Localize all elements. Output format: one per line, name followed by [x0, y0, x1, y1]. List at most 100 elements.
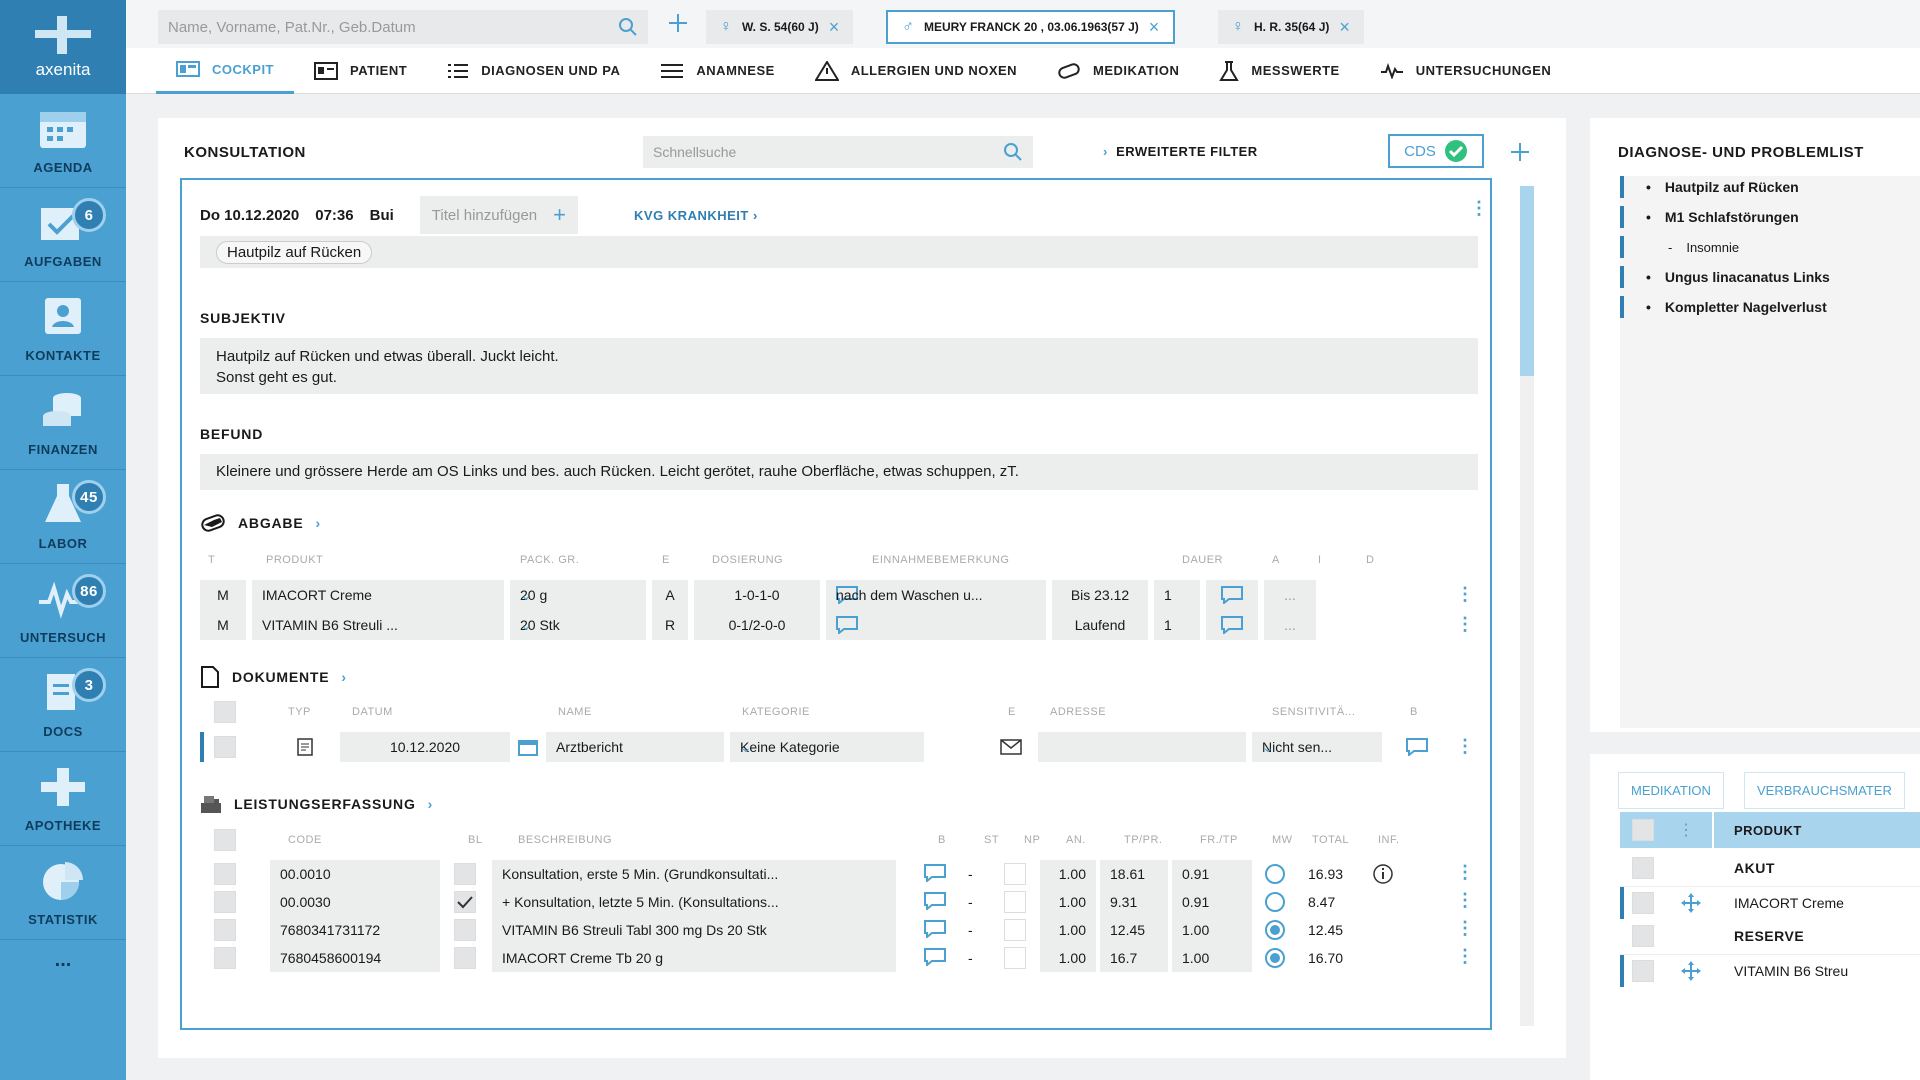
leistungen-section-title[interactable]: LEISTUNGSERFASSUNG › — [200, 794, 433, 814]
sidebar-item-untersuch[interactable]: UNTERSUCH 86 — [0, 564, 126, 658]
row-product[interactable]: IMACORT Creme — [252, 580, 504, 610]
patient-tab-1[interactable]: ♀ W. S. 54(60 J) × — [706, 10, 854, 44]
tab-diagnosen-und-pa[interactable]: DIAGNOSEN UND PA — [427, 48, 640, 94]
row-an[interactable]: 1.00 — [1040, 888, 1096, 916]
radio-empty-icon[interactable] — [1264, 863, 1286, 885]
scrollbar[interactable] — [1520, 186, 1534, 1026]
leistung-row[interactable]: 7680458600194 IMACORT Creme Tb 20 g - 1.00 1… — [200, 944, 1478, 972]
select-all-checkbox[interactable] — [214, 701, 236, 723]
leistung-row[interactable]: 00.0030 + Konsultation, letzte 5 Min. (Ko… — [200, 888, 1478, 916]
scrollbar-thumb[interactable] — [1520, 186, 1534, 376]
row-tp[interactable]: 12.45 — [1100, 916, 1168, 944]
row-tp[interactable]: 18.61 — [1100, 860, 1168, 888]
tab-untersuchungen[interactable]: UNTERSUCHUNGEN — [1360, 48, 1572, 94]
medication-item[interactable]: IMACORT Creme — [1620, 886, 1920, 919]
problem-sub-item[interactable]: - Insomnie — [1620, 236, 1739, 258]
row-menu-icon[interactable]: ⋮ — [1456, 584, 1474, 605]
row-pack-select[interactable]: 20 g ⌄ — [510, 580, 646, 610]
patient-tab-3[interactable]: ♀ H. R. 35(64 J) × — [1218, 10, 1364, 44]
np-checkbox[interactable] — [1004, 947, 1026, 969]
row-checkbox[interactable] — [214, 947, 236, 969]
document-name-field[interactable]: Arztbericht — [546, 732, 724, 762]
row-dosierung[interactable]: 1-0-1-0 — [694, 580, 820, 610]
row-menu-icon[interactable]: ⋮ — [1456, 736, 1474, 757]
radio-filled-icon[interactable] — [1264, 947, 1286, 969]
row-menu-icon[interactable]: ⋮ — [1456, 614, 1474, 635]
tab-medikation[interactable]: MEDIKATION — [1037, 48, 1199, 94]
row-i[interactable] — [1206, 610, 1258, 640]
subjektiv-text[interactable]: Hautpilz auf Rücken und etwas überall. J… — [200, 338, 1478, 394]
row-i[interactable] — [1206, 580, 1258, 610]
row-pack-select[interactable]: 20 Stk ⌄ — [510, 610, 646, 640]
sidebar-item-apotheke[interactable]: APOTHEKE — [0, 752, 126, 846]
group-checkbox[interactable] — [1632, 925, 1654, 947]
row-a[interactable]: 1 — [1154, 610, 1200, 640]
row-checkbox[interactable] — [214, 919, 236, 941]
abgabe-row[interactable]: M VITAMIN B6 Streuli ... 20 Stk ⌄ R 0-1/2-0-0… — [200, 610, 1478, 640]
bl-checkbox[interactable] — [454, 891, 476, 913]
row-an[interactable]: 1.00 — [1040, 860, 1096, 888]
sidebar-more-button[interactable]: ... — [0, 940, 126, 980]
np-checkbox[interactable] — [1004, 891, 1026, 913]
quick-search-input[interactable]: Schnellsuche — [643, 136, 1033, 168]
search-icon[interactable] — [1003, 142, 1023, 162]
patient-search-input[interactable]: Name, Vorname, Pat.Nr., Geb.Datum — [158, 10, 648, 44]
comment-icon[interactable] — [924, 948, 946, 966]
add-patient-tab-icon[interactable] — [666, 11, 690, 35]
sidebar-item-labor[interactable]: LABOR 45 — [0, 470, 126, 564]
add-title-field[interactable]: Titel hinzufügen + — [419, 196, 579, 234]
row-code[interactable]: 00.0030 — [270, 888, 440, 916]
row-d[interactable]: ... — [1264, 610, 1316, 640]
row-checkbox[interactable] — [1632, 892, 1654, 914]
group-checkbox[interactable] — [1632, 857, 1654, 879]
case-link[interactable]: KVG KRANKHEIT › — [634, 208, 758, 223]
comment-icon[interactable] — [1406, 738, 1428, 756]
abgabe-row[interactable]: M IMACORT Creme 20 g ⌄ A 1-0-1-0 nach dem Wasc… — [200, 580, 1478, 610]
calendar-icon[interactable] — [518, 738, 538, 756]
select-all-checkbox[interactable] — [1632, 819, 1654, 841]
row-tp[interactable]: 9.31 — [1100, 888, 1168, 916]
row-an[interactable]: 1.00 — [1040, 916, 1096, 944]
info-icon[interactable] — [1372, 863, 1394, 885]
radio-filled-icon[interactable] — [1264, 919, 1286, 941]
row-checkbox[interactable] — [214, 736, 236, 758]
close-icon[interactable]: × — [829, 17, 840, 38]
logo[interactable]: axenita — [0, 0, 126, 94]
row-menu-icon[interactable]: ⋮ — [1456, 890, 1474, 911]
entry-menu-icon[interactable]: ⋮ — [1470, 198, 1488, 219]
problem-item[interactable]: • Hautpilz auf Rücken — [1620, 176, 1799, 198]
comment-icon[interactable] — [924, 864, 946, 882]
sidebar-item-kontakte[interactable]: KONTAKTE — [0, 282, 126, 376]
row-checkbox[interactable] — [214, 891, 236, 913]
tab-patient[interactable]: PATIENT — [294, 48, 427, 94]
row-menu-icon[interactable]: ⋮ — [1456, 862, 1474, 883]
document-row[interactable]: 10.12.2020 Arztbericht Keine Kategorie ⌄ … — [200, 732, 1478, 762]
row-beschreibung[interactable]: IMACORT Creme Tb 20 g — [492, 944, 896, 972]
row-tp[interactable]: 16.7 — [1100, 944, 1168, 972]
row-code[interactable]: 7680458600194 — [270, 944, 440, 972]
document-address-field[interactable] — [1038, 732, 1246, 762]
problem-item[interactable]: • Kompletter Nagelverlust — [1620, 296, 1827, 318]
close-icon[interactable]: × — [1339, 17, 1350, 38]
radio-empty-icon[interactable] — [1264, 891, 1286, 913]
tab-anamnese[interactable]: ANAMNESE — [640, 48, 794, 94]
sidebar-item-docs[interactable]: DOCS 3 — [0, 658, 126, 752]
row-an[interactable]: 1.00 — [1040, 944, 1096, 972]
row-a[interactable]: 1 — [1154, 580, 1200, 610]
row-bemerkung[interactable] — [826, 610, 1046, 640]
row-menu-icon[interactable]: ⋮ — [1456, 946, 1474, 967]
bl-checkbox[interactable] — [454, 947, 476, 969]
tab-cockpit[interactable]: COCKPIT — [156, 48, 294, 94]
document-category-select[interactable]: Keine Kategorie ⌄ — [730, 732, 924, 762]
row-dauer[interactable]: Bis 23.12 — [1052, 580, 1148, 610]
row-fr[interactable]: 1.00 — [1172, 944, 1252, 972]
leistung-row[interactable]: 7680341731172 VITAMIN B6 Streuli Tabl 300… — [200, 916, 1478, 944]
extended-filter-link[interactable]: › ERWEITERTE FILTER — [1103, 144, 1258, 159]
row-beschreibung[interactable]: Konsultation, erste 5 Min. (Grundkonsult… — [492, 860, 896, 888]
search-icon[interactable] — [618, 17, 638, 37]
row-fr[interactable]: 1.00 — [1172, 916, 1252, 944]
row-beschreibung[interactable]: VITAMIN B6 Streuli Tabl 300 mg Ds 20 Stk — [492, 916, 896, 944]
befund-text[interactable]: Kleinere und grössere Herde am OS Links … — [200, 454, 1478, 490]
np-checkbox[interactable] — [1004, 919, 1026, 941]
row-checkbox[interactable] — [214, 863, 236, 885]
